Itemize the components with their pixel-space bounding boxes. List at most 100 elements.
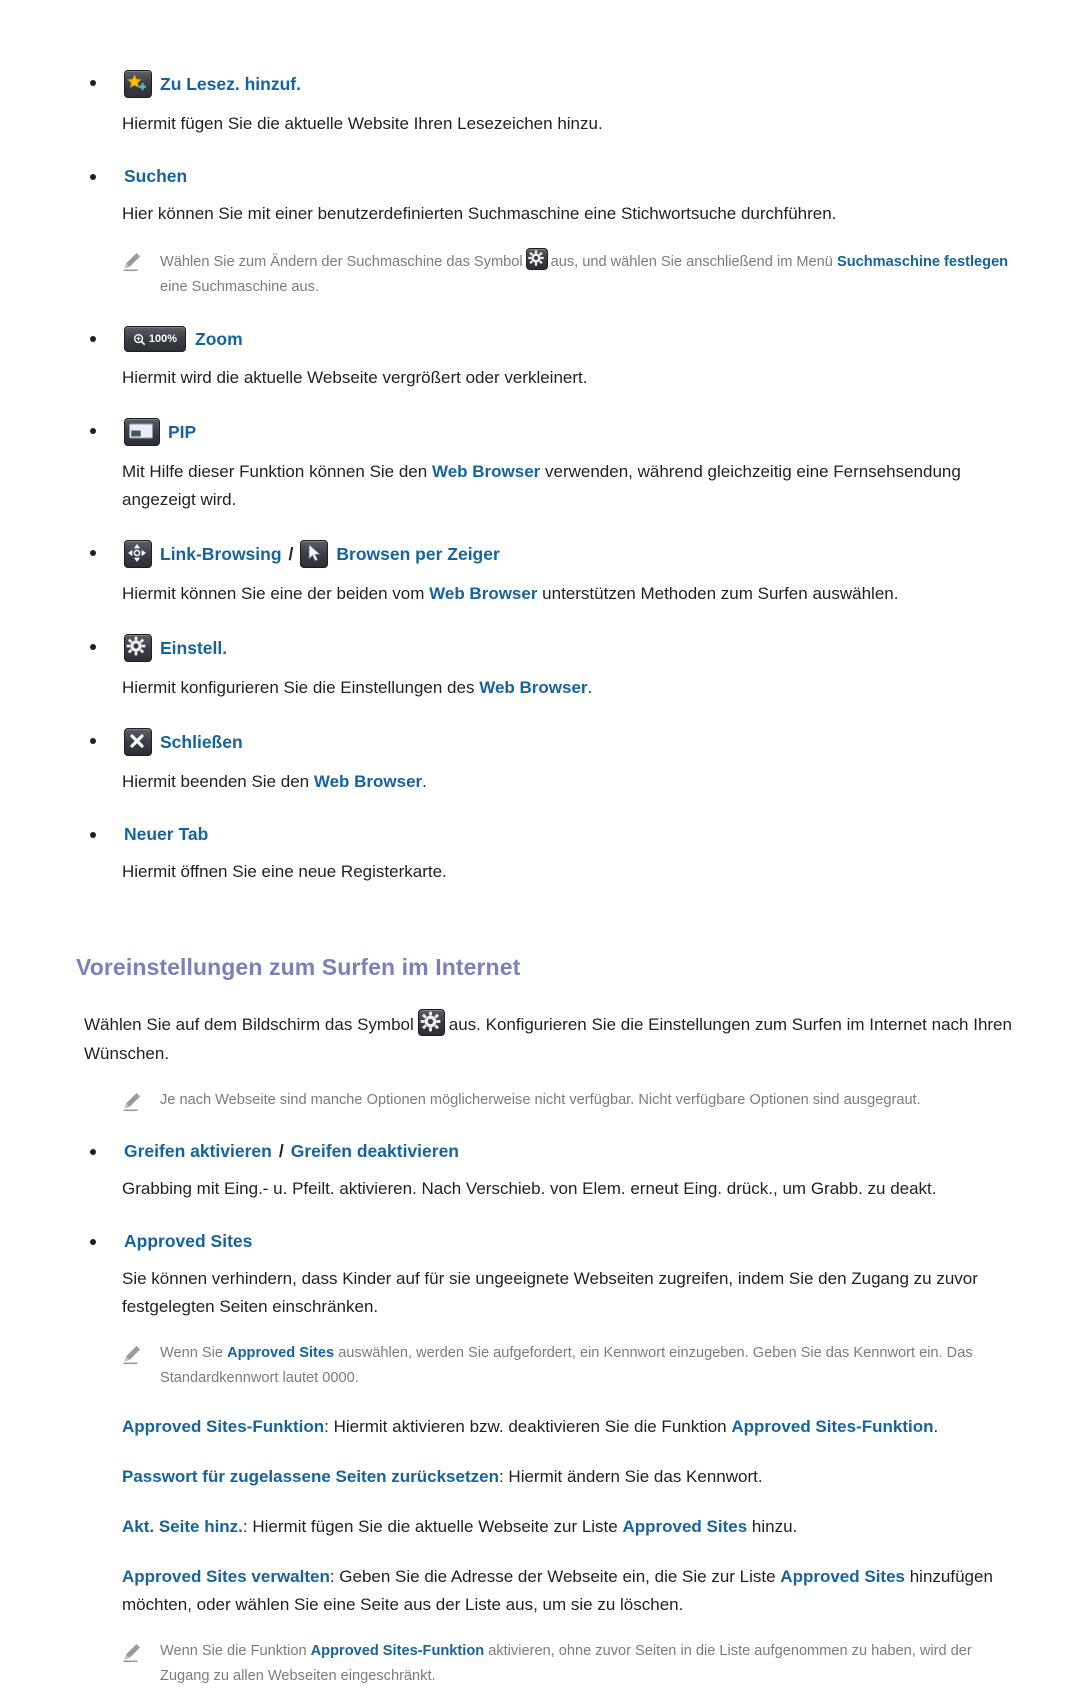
list-item-title: PIP [168,422,197,442]
list-item-body: Hiermit wird die aktuelle Webseite vergr… [122,368,588,387]
sub-item-text: : Hiermit aktivieren bzw. deaktivieren S… [324,1417,732,1436]
note-text-middle: aus, und wählen Sie anschließend im Menü [550,254,833,270]
sub-item-label: Approved Sites-Funktion [122,1417,325,1436]
search-heading: Suchen [124,164,187,188]
sub-item: Akt. Seite hinz.: Hiermit fügen Sie die … [122,1513,1018,1541]
bullet-dot [90,80,96,86]
pencil-note-icon [122,251,142,273]
note-text: Wählen Sie zum Ändern der Suchmaschine d… [160,248,1018,300]
text-part: unterstützen Methoden zum Surfen auswähl… [537,584,899,603]
list-item-title-2: Browsen per Zeiger [336,544,500,564]
text-part-bold: Web Browser [429,584,538,603]
list-item-body: Hiermit öffnen Sie eine neue Registerkar… [122,862,447,881]
list-item-body: Sie können verhindern, dass Kinder auf f… [122,1269,978,1316]
sub-item-emphasis: Approved Sites-Funktion [731,1417,934,1436]
note-row: Wählen Sie zum Ändern der Suchmaschine d… [122,248,1018,300]
sub-item: Approved Sites-Funktion: Hiermit aktivie… [122,1413,1018,1441]
list-item-title: Einstell. [160,638,228,658]
bullet-dot [90,1149,96,1155]
text-part: Hiermit konfigurieren Sie die Einstellun… [122,678,480,697]
list-item-body: Hiermit beenden Sie den Web Browser. [122,768,1018,796]
document-page: Zu Lesez. hinzuf. Hiermit fügen Sie die … [0,0,1080,1684]
sub-item: Approved Sites verwalten: Geben Sie die … [122,1563,1018,1619]
title-separator: / [278,1141,284,1161]
title-separator: / [288,544,294,564]
text-part: . [587,678,593,697]
bookmark-heading: Zu Lesez. hinzuf. [124,70,301,98]
note-row: Wenn Sie Approved Sites auswählen, werde… [122,1341,1018,1391]
list-item: Suchen [76,164,1018,188]
list-item: Einstell. [76,634,1018,662]
dpad-arrows-icon [124,540,152,568]
zoom-100-icon: 100% [124,326,186,352]
sub-item-text: : Geben Sie die Adresse der Webseite ein… [329,1567,781,1586]
text-part: Mit Hilfe dieser Funktion können Sie den [122,462,432,481]
bullet-dot [90,428,96,434]
text-part-bold: Web Browser [431,462,541,481]
list-item-body: Mit Hilfe dieser Funktion können Sie den… [122,458,1018,514]
list-item: Schließen [76,728,1018,756]
note-text: Je nach Webseite sind manche Optionen mö… [160,1092,921,1108]
sub-item: Passwort für zugelassene Seiten zurückse… [122,1463,1018,1491]
note-before: Wenn Sie die Funktion [160,1643,307,1659]
note-bold: Approved Sites [227,1345,335,1361]
list-item-body: Grabbing mit Eing.- u. Pfeilt. aktiviere… [122,1179,937,1198]
pip-icon [124,418,160,446]
pointer-cursor-icon [300,540,329,568]
gear-icon [124,634,152,662]
note-bold: Approved Sites-Funktion [310,1643,485,1659]
note-text: Wenn Sie die Funktion Approved Sites-Fun… [160,1639,1018,1689]
bullet-dot [90,644,96,650]
gear-icon [525,248,548,270]
list-item: Link-Browsing / Browsen per Zeiger [76,540,1018,568]
list-item-title: Suchen [124,166,188,186]
text-part: Hiermit beenden Sie den [122,772,314,791]
sub-item-label: Approved Sites verwalten [122,1567,330,1586]
list-item-body: Hier können Sie mit einer benutzerdefini… [122,204,837,223]
list-item-title: Neuer Tab [124,824,209,844]
note-text: Wenn Sie Approved Sites auswählen, werde… [160,1341,1018,1391]
bullet-dot [90,174,96,180]
approved-sites-heading: Approved Sites [124,1229,252,1253]
pencil-note-icon [122,1091,142,1113]
bullet-dot [90,832,96,838]
list-item-body: Hiermit fügen Sie die aktuelle Website I… [122,114,603,133]
list-item: Approved Sites [76,1229,1018,1253]
list-item: PIP [76,418,1018,446]
list-item-title: Approved Sites [124,1231,253,1251]
pencil-note-icon [122,1642,142,1664]
new-tab-heading: Neuer Tab [124,822,208,846]
note-text-before: Wählen Sie zum Ändern der Suchmaschine d… [160,254,523,270]
list-item-title: Zu Lesez. hinzuf. [160,74,301,94]
link-browsing-heading: Link-Browsing / Browsen per Zeiger [124,540,500,568]
text-part: Hiermit können Sie eine der beiden vom [122,584,430,603]
grab-toggle-heading: Greifen aktivieren / Greifen deaktiviere… [124,1139,459,1163]
list-item: Zu Lesez. hinzuf. [76,70,1018,98]
sub-item-emphasis: Approved Sites [780,1567,905,1586]
lead-before: Wählen Sie auf dem Bildschirm das Symbol [84,1015,414,1034]
close-x-icon [124,728,152,756]
text-part-bold: Web Browser [479,678,588,697]
list-item-body: Hiermit konfigurieren Sie die Einstellun… [122,674,1018,702]
list-item-title: Greifen aktivieren [124,1141,272,1161]
note-row: Wenn Sie die Funktion Approved Sites-Fun… [122,1639,1018,1689]
bullet-dot [90,1239,96,1245]
pencil-note-icon [122,1344,142,1366]
list-item: 100% Zoom [76,326,1018,352]
zoom-icon-label: 100% [148,333,178,345]
note-before: Wenn Sie [160,1345,224,1361]
list-item: Greifen aktivieren / Greifen deaktiviere… [76,1139,1018,1163]
sub-item-text: : Hiermit ändern Sie das Kennwort. [498,1467,763,1486]
gear-icon [417,1009,445,1036]
list-item-title-2: Greifen deaktivieren [290,1141,460,1161]
list-item: Neuer Tab [76,822,1018,846]
note-text-bold: Suchmaschine festlegen [836,254,1009,270]
text-part-bold: Web Browser [313,772,423,791]
section-heading: Voreinstellungen zum Surfen im Internet [76,954,521,980]
pip-heading: PIP [124,418,196,446]
bullet-dot [90,738,96,744]
bookmark-star-icon [124,70,152,98]
sub-item-label: Passwort für zugelassene Seiten zurückse… [122,1467,499,1486]
section-lead-paragraph: Wählen Sie auf dem Bildschirm das Symbol… [84,1009,1014,1068]
list-item-body: Hiermit können Sie eine der beiden vom W… [122,580,1018,608]
